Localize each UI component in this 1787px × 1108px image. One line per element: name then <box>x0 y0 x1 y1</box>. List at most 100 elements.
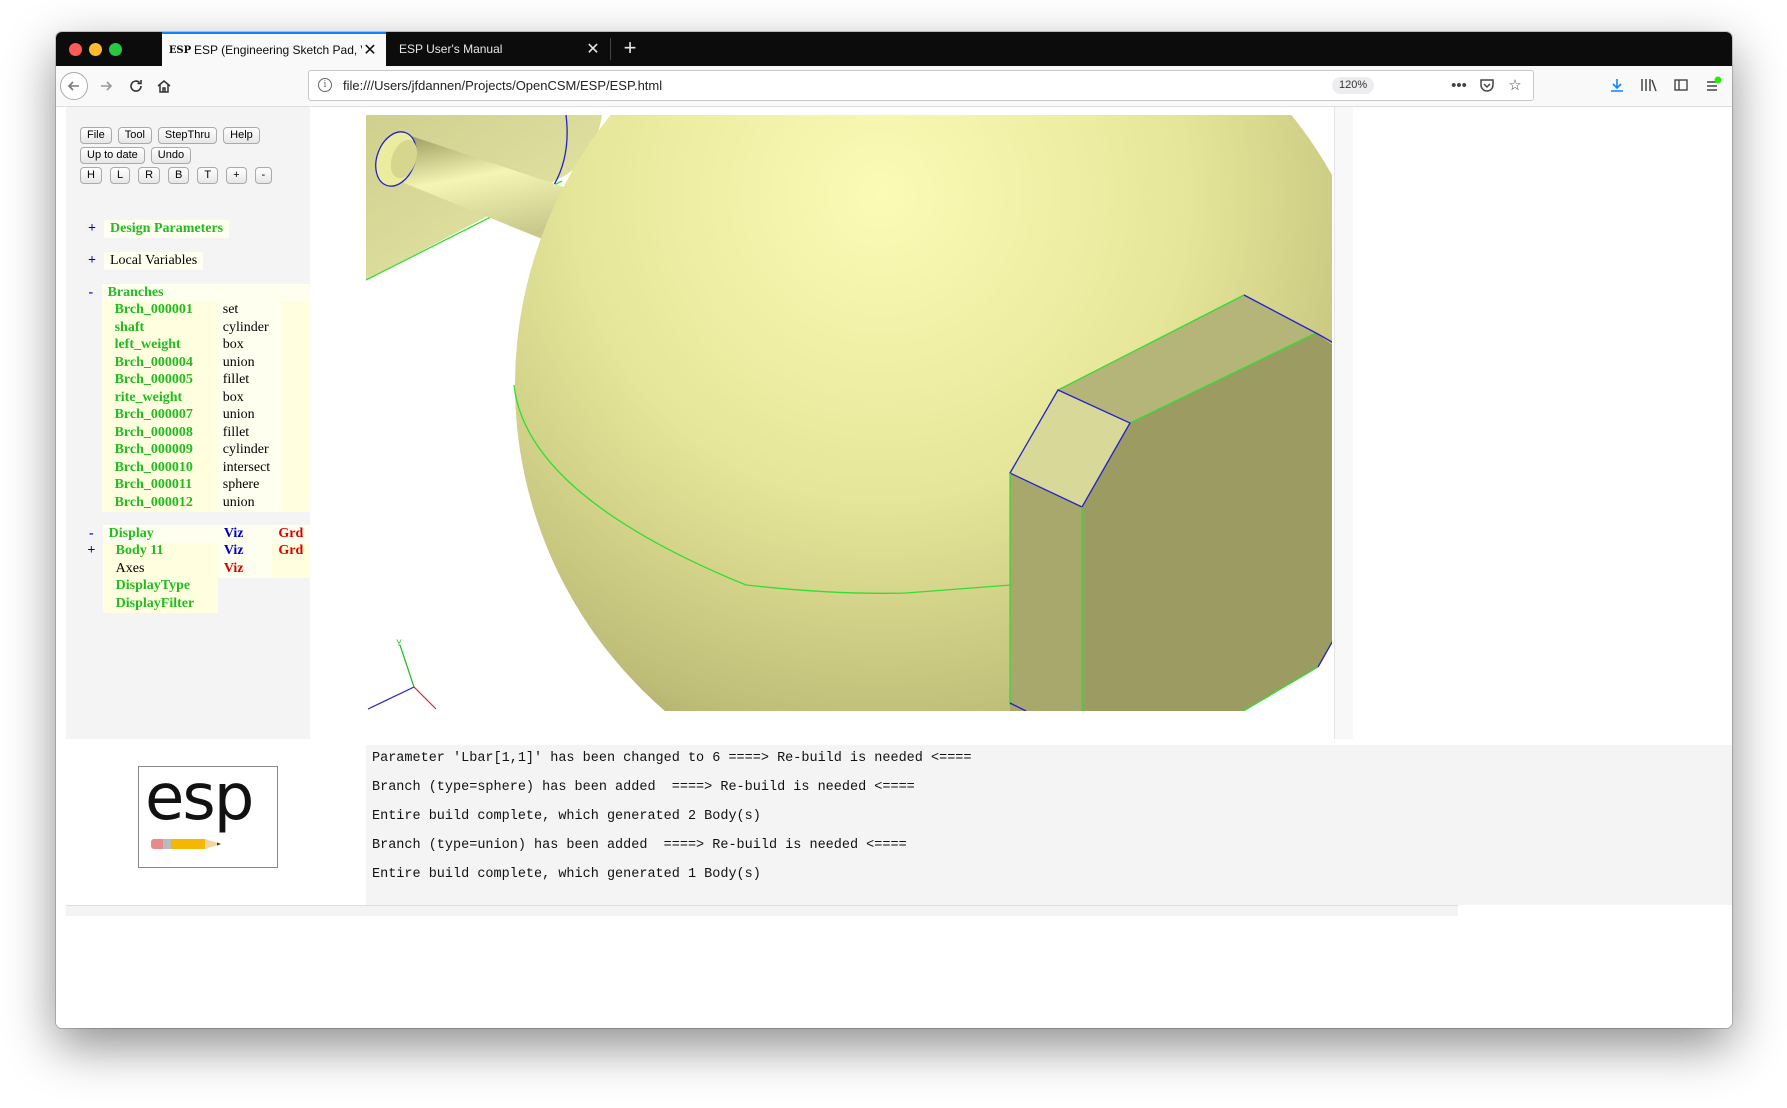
display-viz-toggle[interactable]: Viz <box>217 525 273 543</box>
bookmark-star-icon[interactable]: ☆ <box>1505 75 1525 95</box>
branch-name[interactable]: left_weight <box>101 336 217 354</box>
view-left-button[interactable]: L <box>109 167 131 184</box>
model-render: Y <box>366 115 1332 711</box>
body-toggle[interactable]: + <box>80 543 103 561</box>
right-weight-side-face <box>1010 473 1082 711</box>
up-to-date-button[interactable]: Up to date <box>80 147 145 164</box>
sidebar-icon[interactable] <box>1670 72 1692 98</box>
reload-icon[interactable] <box>122 72 150 100</box>
branch-row: Brch_000012 union <box>80 494 310 512</box>
branch-name[interactable]: Brch_000005 <box>101 371 217 389</box>
view-bottom-button[interactable]: B <box>168 167 190 184</box>
display-filter-label[interactable]: DisplayFilter <box>102 595 218 613</box>
branch-type[interactable]: intersect <box>216 459 281 477</box>
zoom-window-button[interactable] <box>109 43 122 56</box>
display-toggle[interactable]: - <box>80 525 103 543</box>
branch-name[interactable]: Brch_000007 <box>101 406 217 424</box>
page-actions-icon[interactable]: ••• <box>1449 75 1469 95</box>
branch-name[interactable]: rite_weight <box>101 389 217 407</box>
branch-row: Brch_000009 cylinder <box>80 441 310 459</box>
local-variables-header[interactable]: Local Variables <box>104 252 204 270</box>
menu-icon[interactable] <box>1702 72 1724 98</box>
minimize-window-button[interactable] <box>89 43 102 56</box>
branch-name[interactable]: Brch_000010 <box>101 459 217 477</box>
branch-type[interactable]: union <box>216 354 281 372</box>
branches-header[interactable]: Branches <box>101 284 217 302</box>
stepthru-button[interactable]: StepThru <box>157 127 218 144</box>
branch-name[interactable]: Brch_000012 <box>101 494 217 512</box>
library-icon[interactable] <box>1638 72 1660 98</box>
help-button[interactable]: Help <box>223 127 260 144</box>
undo-button[interactable]: Undo <box>150 147 192 164</box>
back-icon[interactable] <box>60 72 88 100</box>
branch-row: Brch_000011 sphere <box>80 476 310 494</box>
branch-type[interactable]: fillet <box>216 424 281 442</box>
pencil-icon <box>151 839 221 849</box>
pocket-icon[interactable] <box>1477 75 1497 95</box>
svg-text:Y: Y <box>396 638 402 648</box>
url-text[interactable]: file:///Users/jfdannen/Projects/OpenCSM/… <box>343 78 662 93</box>
axes-viz-toggle[interactable]: Viz <box>217 560 273 578</box>
branch-type[interactable]: sphere <box>216 476 281 494</box>
download-icon[interactable] <box>1606 72 1628 98</box>
branch-type[interactable]: set <box>216 301 281 319</box>
info-icon[interactable]: i <box>318 78 332 92</box>
home-icon[interactable] <box>150 72 178 100</box>
branch-row: Brch_000007 union <box>80 406 310 424</box>
zoom-in-button[interactable]: + <box>226 167 247 184</box>
branch-row: Brch_000005 fillet <box>80 371 310 389</box>
display-header[interactable]: Display <box>102 525 218 543</box>
branch-type[interactable]: union <box>216 406 281 424</box>
design-parameters-toggle[interactable]: + <box>80 220 104 238</box>
design-parameters-tree: + Design Parameters <box>80 220 230 238</box>
branch-type[interactable]: box <box>216 389 281 407</box>
page-content: File Tool StepThru Help Up to date Undo … <box>56 107 1732 1028</box>
body-viz-toggle[interactable]: Viz <box>217 542 273 560</box>
view-top-button[interactable]: T <box>197 167 219 184</box>
url-bar[interactable]: i file:///Users/jfdannen/Projects/OpenCS… <box>308 70 1534 101</box>
display-type-label[interactable]: DisplayType <box>102 577 218 595</box>
navigation-bar: i file:///Users/jfdannen/Projects/OpenCS… <box>56 66 1732 107</box>
body-label[interactable]: Body 11 <box>102 542 218 560</box>
branch-name[interactable]: Brch_000008 <box>101 424 217 442</box>
viewport-right-strip <box>1334 107 1353 739</box>
design-parameters-header[interactable]: Design Parameters <box>104 220 230 238</box>
close-tab-icon[interactable]: ✕ <box>585 39 601 59</box>
tab-strip: ESP ESP (Engineering Sketch Pad, V1 ✕ ES… <box>56 32 1732 66</box>
new-tab-icon[interactable]: + <box>618 36 642 60</box>
branches-toggle[interactable]: - <box>80 284 102 302</box>
close-tab-icon[interactable]: ✕ <box>362 40 378 60</box>
graphics-viewport[interactable]: Y <box>366 115 1332 711</box>
body-grd-toggle[interactable]: Grd <box>272 542 310 560</box>
display-grd-toggle[interactable]: Grd <box>272 525 310 543</box>
branch-name[interactable]: Brch_000009 <box>101 441 217 459</box>
branch-type[interactable]: box <box>216 336 281 354</box>
branch-row: Brch_000010 intersect <box>80 459 310 477</box>
forward-icon[interactable] <box>92 72 120 100</box>
branch-name[interactable]: Brch_000011 <box>101 476 217 494</box>
local-variables-toggle[interactable]: + <box>80 252 104 270</box>
tool-button[interactable]: Tool <box>117 127 152 144</box>
view-home-button[interactable]: H <box>80 167 102 184</box>
local-variables-tree: + Local Variables <box>80 252 204 270</box>
branch-name[interactable]: Brch_000001 <box>101 301 217 319</box>
branch-type[interactable]: fillet <box>216 371 281 389</box>
branch-type[interactable]: union <box>216 494 281 512</box>
zoom-level-badge[interactable]: 120% <box>1332 77 1375 94</box>
zoom-out-button[interactable]: - <box>254 167 273 184</box>
branch-type[interactable]: cylinder <box>216 319 281 337</box>
bottom-strip <box>66 905 1458 916</box>
view-right-button[interactable]: R <box>138 167 161 184</box>
tab-users-manual[interactable]: ESP User's Manual ✕ <box>387 32 609 66</box>
branch-name[interactable]: Brch_000004 <box>101 354 217 372</box>
axes-triad: Y <box>367 638 437 710</box>
close-window-button[interactable] <box>69 43 82 56</box>
axes-label[interactable]: Axes <box>102 560 218 578</box>
file-button[interactable]: File <box>80 127 112 144</box>
branch-name[interactable]: shaft <box>101 319 217 337</box>
tab-label: ESP (Engineering Sketch Pad, V1 <box>194 43 362 57</box>
message-line: Branch (type=union) has been added ====>… <box>372 838 907 853</box>
branch-type[interactable]: cylinder <box>216 441 281 459</box>
tab-esp[interactable]: ESP ESP (Engineering Sketch Pad, V1 ✕ <box>162 32 386 66</box>
message-line: Entire build complete, which generated 1… <box>372 867 761 882</box>
